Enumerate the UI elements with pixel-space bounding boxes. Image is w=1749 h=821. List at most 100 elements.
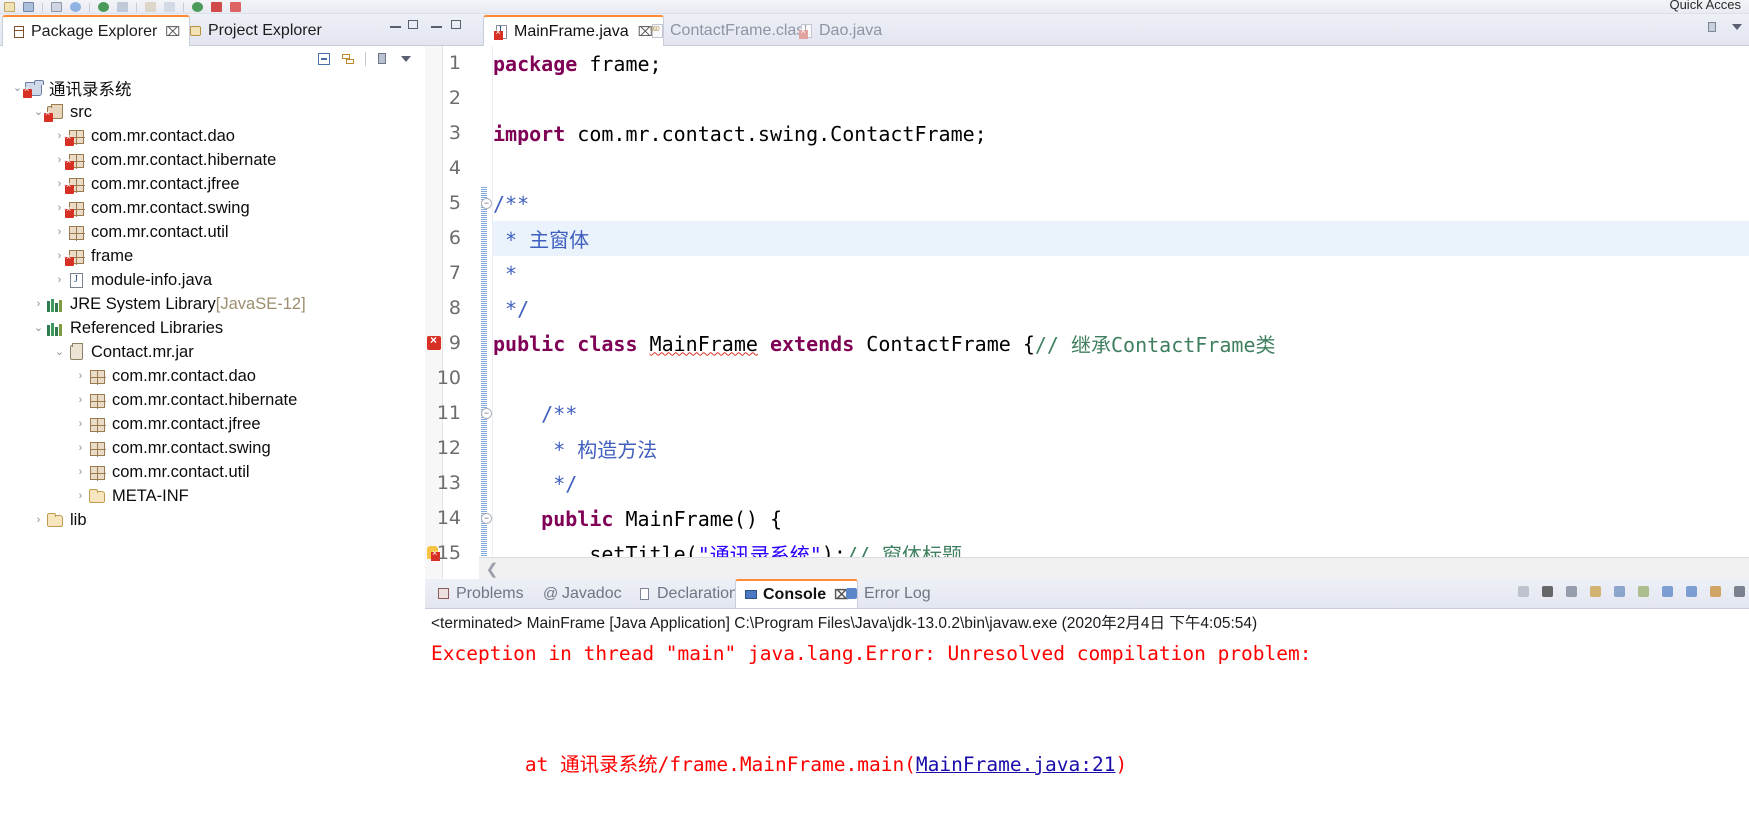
- tree-item[interactable]: ⌄ Referenced Libraries: [0, 316, 425, 340]
- collapse-all-icon[interactable]: [317, 52, 332, 66]
- code-line[interactable]: [493, 361, 1749, 396]
- code-line[interactable]: package frame;: [493, 46, 1749, 81]
- tree-item[interactable]: ⌄通讯录系统: [0, 76, 425, 100]
- minimize-icon[interactable]: [390, 19, 401, 30]
- open-console-icon[interactable]: [1708, 584, 1723, 599]
- scroll-lock-icon[interactable]: [1612, 584, 1627, 599]
- tree-item-label: com.mr.contact.hibernate: [91, 150, 277, 169]
- code-line[interactable]: public class MainFrame extends ContactFr…: [493, 326, 1749, 361]
- run-green-icon[interactable]: [192, 2, 203, 12]
- tree-item[interactable]: › META-INF: [0, 484, 425, 508]
- tree-item[interactable]: ›com.mr.contact.jfree: [0, 172, 425, 196]
- external-tools-icon[interactable]: [145, 2, 156, 12]
- tab-declaration[interactable]: Declaration: [630, 579, 746, 608]
- code-line[interactable]: * 主窗体: [493, 221, 1749, 256]
- fold-collapse-icon[interactable]: −: [481, 513, 492, 524]
- tree-item-label: com.mr.contact.dao: [112, 366, 256, 385]
- twisty-collapsed-icon[interactable]: ›: [73, 490, 88, 502]
- terminate-icon[interactable]: [1516, 584, 1531, 599]
- twisty-collapsed-icon[interactable]: ›: [52, 274, 67, 286]
- scroll-left-icon[interactable]: ❮: [479, 560, 505, 578]
- stop-icon[interactable]: [211, 2, 222, 12]
- tab-error-log[interactable]: Error Log: [837, 579, 939, 608]
- tree-item[interactable]: › com.mr.contact.dao: [0, 364, 425, 388]
- clear-console-icon[interactable]: [1588, 584, 1603, 599]
- tab-project-explorer[interactable]: Project Explorer: [180, 15, 331, 46]
- fold-collapse-icon[interactable]: −: [481, 198, 492, 209]
- tab-package-explorer[interactable]: Package Explorer ⌧: [2, 15, 191, 46]
- code-line[interactable]: /**: [493, 396, 1749, 431]
- print-icon[interactable]: [51, 2, 62, 12]
- save-icon[interactable]: [23, 2, 34, 12]
- view-menu-icon[interactable]: [375, 52, 390, 66]
- twisty-expanded-icon[interactable]: ⌄: [52, 346, 67, 358]
- code-line[interactable]: import com.mr.contact.swing.ContactFrame…: [493, 116, 1749, 151]
- tree-item[interactable]: ›com.mr.contact.swing: [0, 196, 425, 220]
- tree-item[interactable]: ⌄ Contact.mr.jar: [0, 340, 425, 364]
- twisty-collapsed-icon[interactable]: ›: [73, 442, 88, 454]
- code-line[interactable]: *: [493, 256, 1749, 291]
- remove-launch-icon[interactable]: [1540, 584, 1555, 599]
- code-line[interactable]: [493, 81, 1749, 116]
- twisty-collapsed-icon[interactable]: ›: [73, 394, 88, 406]
- tree-item[interactable]: › module-info.java: [0, 268, 425, 292]
- tree-item[interactable]: › JRE System Library [JavaSE-12]: [0, 292, 425, 316]
- quick-access-field[interactable]: Quick Acces: [1669, 0, 1741, 12]
- view-menu-icon[interactable]: [1705, 20, 1720, 34]
- code-line[interactable]: public MainFrame() {: [493, 501, 1749, 536]
- display-selected-console-icon[interactable]: [1684, 584, 1699, 599]
- run-icon[interactable]: [98, 2, 109, 12]
- minimize-icon[interactable]: [431, 19, 442, 30]
- close-icon[interactable]: ⌧: [165, 24, 180, 40]
- java-file-icon: J: [494, 24, 508, 40]
- tree-item[interactable]: ›com.mr.contact.dao: [0, 124, 425, 148]
- link-with-editor-icon[interactable]: [341, 52, 356, 66]
- tab-problems[interactable]: Problems: [429, 579, 532, 608]
- code-line[interactable]: */: [493, 466, 1749, 501]
- twisty-expanded-icon[interactable]: ⌄: [31, 322, 46, 334]
- pin-console-icon[interactable]: [1660, 584, 1675, 599]
- twisty-collapsed-icon[interactable]: ›: [73, 418, 88, 430]
- maximize-icon[interactable]: [451, 19, 462, 30]
- remove-all-terminated-icon[interactable]: [1564, 584, 1579, 599]
- tab-javadoc[interactable]: @ Javadoc: [535, 579, 630, 608]
- editor-horizontal-scrollbar[interactable]: ❮: [479, 557, 1749, 579]
- tree-item[interactable]: › com.mr.contact.util: [0, 220, 425, 244]
- editor-chevron-down-icon[interactable]: [1730, 20, 1745, 34]
- editor-tab-dao-java[interactable]: J Dao.java: [789, 15, 892, 46]
- debug-icon[interactable]: [117, 2, 128, 12]
- search-icon[interactable]: [70, 2, 81, 12]
- tree-item[interactable]: › com.mr.contact.util: [0, 460, 425, 484]
- twisty-collapsed-icon[interactable]: ›: [73, 466, 88, 478]
- line-number: 3: [448, 122, 461, 144]
- code-editor[interactable]: 1 package frame; 2 3 import com.mr.contact.s…: [425, 46, 1749, 579]
- maximize-icon[interactable]: [408, 19, 419, 30]
- coverage-icon[interactable]: [164, 2, 175, 12]
- twisty-collapsed-icon[interactable]: ›: [31, 298, 46, 310]
- new-icon[interactable]: [4, 2, 15, 12]
- tree-item[interactable]: ›com.mr.contact.jfree: [0, 412, 425, 436]
- console-stack-link[interactable]: MainFrame.java:21: [916, 753, 1116, 776]
- code-line[interactable]: /**: [493, 186, 1749, 221]
- console-output[interactable]: Exception in thread "main" java.lang.Err…: [425, 635, 1749, 821]
- project-tree[interactable]: ⌄通讯录系统⌄src›com.mr.contact.dao›com.mr.con…: [0, 72, 425, 821]
- editor-tab-mainframe-java[interactable]: J MainFrame.java ⌧: [483, 15, 664, 46]
- code-line[interactable]: [493, 151, 1749, 186]
- code-line[interactable]: * 构造方法: [493, 431, 1749, 466]
- tree-item[interactable]: ⌄src: [0, 100, 425, 124]
- word-wrap-icon[interactable]: [1636, 584, 1651, 599]
- view-menu-icon[interactable]: [1732, 584, 1747, 599]
- tree-item[interactable]: ›com.mr.contact.hibernate: [0, 388, 425, 412]
- tree-item[interactable]: › lib: [0, 508, 425, 532]
- twisty-collapsed-icon[interactable]: ›: [31, 514, 46, 526]
- twisty-collapsed-icon[interactable]: ›: [73, 370, 88, 382]
- tree-item[interactable]: ›com.mr.contact.swing: [0, 436, 425, 460]
- tree-item[interactable]: ›frame: [0, 244, 425, 268]
- fold-collapse-icon[interactable]: −: [481, 408, 492, 419]
- code-line[interactable]: */: [493, 291, 1749, 326]
- tree-item[interactable]: ›com.mr.contact.hibernate: [0, 148, 425, 172]
- code-lines-container: 1 package frame; 2 3 import com.mr.contact.s…: [425, 46, 1749, 579]
- twisty-collapsed-icon[interactable]: ›: [52, 226, 67, 238]
- new-class-icon[interactable]: [230, 2, 241, 12]
- view-chevron-down-icon[interactable]: [399, 52, 414, 66]
